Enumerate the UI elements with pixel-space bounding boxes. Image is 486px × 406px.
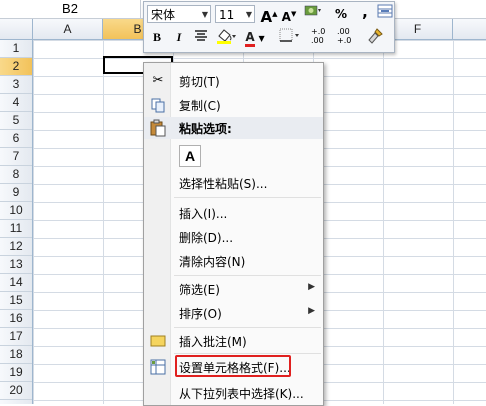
chevron-down-icon: ▼ <box>258 34 265 43</box>
menu-item-delete[interactable]: 删除(D)... <box>144 227 323 247</box>
paste-option-keep-formatting[interactable]: A <box>179 145 201 167</box>
menu-separator <box>174 353 321 354</box>
shrink-font-button[interactable]: A▼ <box>279 4 299 24</box>
row-header-19[interactable]: 19 <box>0 364 32 382</box>
menu-item-sort[interactable]: 排序(O) ▶ <box>144 303 323 323</box>
menu-item-label: 筛选(E) <box>179 283 220 297</box>
format-painter-button[interactable] <box>365 27 385 47</box>
accounting-format-icon <box>304 5 321 16</box>
font-size-dropdown[interactable]: 11 ▼ <box>215 5 255 23</box>
row-header-13[interactable]: 13 <box>0 256 32 274</box>
row-header-2[interactable]: 2 <box>0 58 32 76</box>
font-name-dropdown[interactable]: 宋体 ▼ <box>147 5 211 23</box>
menu-separator <box>174 197 321 198</box>
font-name-value: 宋体 <box>151 8 176 22</box>
menu-item-label: 剪切(T) <box>179 75 220 89</box>
paintbrush-icon <box>368 28 383 44</box>
row-header-14[interactable]: 14 <box>0 274 32 292</box>
format-cells-icon <box>150 359 166 375</box>
italic-button[interactable]: I <box>169 27 189 47</box>
font-size-value: 11 <box>219 8 235 22</box>
context-menu: ✂ 剪切(T) 复制(C) 粘贴选项: A 选择性粘贴(S)... 插入(I).… <box>143 62 324 406</box>
menu-separator <box>174 275 321 276</box>
decrease-decimal-button[interactable]: .00 +.0 <box>337 27 361 47</box>
percent-style-button[interactable]: % <box>331 4 351 24</box>
align-center-button[interactable] <box>191 27 211 47</box>
fill-color-button[interactable] <box>215 27 236 47</box>
row-header-9[interactable]: 9 <box>0 184 32 202</box>
row-header-4[interactable]: 4 <box>0 94 32 112</box>
row-header-11[interactable]: 11 <box>0 220 32 238</box>
menu-item-label: 选择性粘贴(S)... <box>179 177 268 191</box>
menu-item-label: 排序(O) <box>179 307 222 321</box>
accounting-format-button[interactable] <box>303 4 323 24</box>
menu-item-pick-from-list[interactable]: 从下拉列表中选择(K)... <box>144 383 323 403</box>
submenu-arrow-icon: ▶ <box>308 282 315 292</box>
row-header-17[interactable]: 17 <box>0 328 32 346</box>
row-header-10[interactable]: 10 <box>0 202 32 220</box>
menu-item-label: 插入(I)... <box>179 207 228 221</box>
paste-options-label: 粘贴选项: <box>179 122 232 136</box>
scissors-icon: ✂ <box>152 73 164 88</box>
bold-button[interactable]: B <box>147 27 167 47</box>
row-header-20[interactable]: 20 <box>0 382 32 400</box>
comment-icon <box>150 333 166 349</box>
font-color-icon: A <box>245 30 255 47</box>
row-header: 1 2 3 4 5 6 7 8 9 10 11 12 13 14 15 16 1… <box>0 40 33 404</box>
comma-style-button[interactable]: , <box>355 2 375 22</box>
menu-item-label: 复制(C) <box>179 99 221 113</box>
row-header-18[interactable]: 18 <box>0 346 32 364</box>
menu-item-label: 清除内容(N) <box>179 255 246 269</box>
mini-toolbar: 宋体 ▼ 11 ▼ A▲ A▼ % , B I A ▼ +.0 .00 .00 … <box>143 1 395 53</box>
chevron-down-icon: ▼ <box>245 10 252 19</box>
paste-options-header: 粘贴选项: <box>144 117 323 139</box>
row-header-5[interactable]: 5 <box>0 112 32 130</box>
increase-decimal-button[interactable]: +.0 .00 <box>311 27 335 47</box>
menu-separator <box>174 327 321 328</box>
chevron-down-icon: ▼ <box>201 10 208 19</box>
name-box[interactable]: B2 <box>0 0 141 18</box>
menu-item-label: 删除(D)... <box>179 231 234 245</box>
column-header-a[interactable]: A <box>33 19 103 39</box>
row-header-15[interactable]: 15 <box>0 292 32 310</box>
menu-item-clear-contents[interactable]: 清除内容(N) <box>144 251 323 271</box>
menu-item-copy[interactable]: 复制(C) <box>144 95 323 115</box>
row-header-3[interactable]: 3 <box>0 76 32 94</box>
menu-item-label: 从下拉列表中选择(K)... <box>179 387 304 401</box>
menu-item-filter[interactable]: 筛选(E) ▶ <box>144 279 323 299</box>
format-painter-table-button[interactable] <box>375 4 395 24</box>
borders-button[interactable] <box>279 27 299 47</box>
highlight-box <box>175 355 291 377</box>
menu-item-insert-comment[interactable]: 插入批注(M) <box>144 331 323 351</box>
paint-bucket-icon <box>217 29 236 44</box>
align-center-icon <box>195 30 207 41</box>
borders-icon <box>279 28 299 42</box>
copy-icon <box>150 97 166 113</box>
font-color-button[interactable]: A ▼ <box>245 27 265 47</box>
select-all-corner[interactable] <box>0 19 33 39</box>
row-header-8[interactable]: 8 <box>0 166 32 184</box>
shrink-font-icon: A <box>281 10 291 24</box>
grow-font-icon: A <box>260 8 273 26</box>
submenu-arrow-icon: ▶ <box>308 306 315 316</box>
row-header-12[interactable]: 12 <box>0 238 32 256</box>
menu-item-insert[interactable]: 插入(I)... <box>144 203 323 223</box>
menu-item-label: 插入批注(M) <box>179 335 247 349</box>
row-header-7[interactable]: 7 <box>0 148 32 166</box>
menu-item-cut[interactable]: ✂ 剪切(T) <box>144 71 323 91</box>
row-header-1[interactable]: 1 <box>0 40 32 58</box>
row-header-6[interactable]: 6 <box>0 130 32 148</box>
row-header-16[interactable]: 16 <box>0 310 32 328</box>
clipboard-icon <box>149 119 167 140</box>
grow-font-button[interactable]: A▲ <box>259 4 279 26</box>
merge-center-icon <box>377 4 393 18</box>
menu-item-paste-special[interactable]: 选择性粘贴(S)... <box>144 173 323 193</box>
